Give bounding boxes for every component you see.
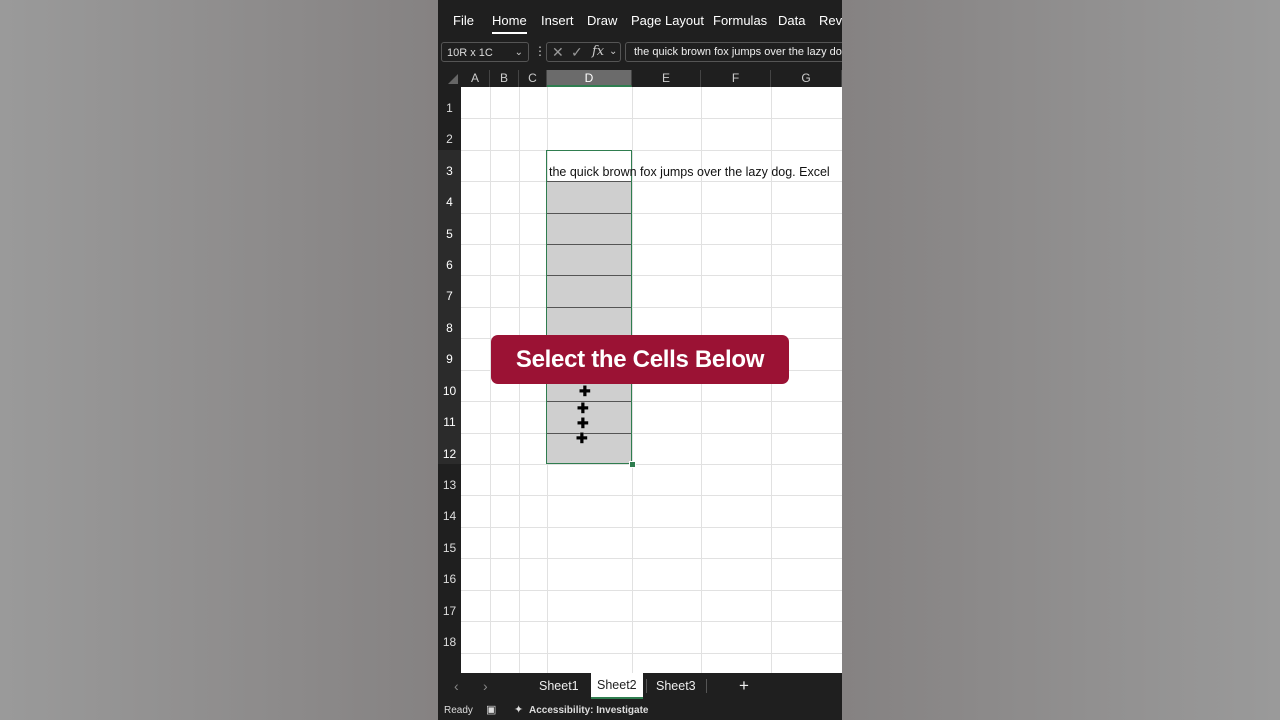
formula-bar: 10R x 1C ⌄ ⋮ ✕ ✓ fx ⌄ the quick brown fo…: [438, 40, 842, 70]
formula-input[interactable]: the quick brown fox jumps over the lazy …: [625, 42, 842, 62]
name-box-value: 10R x 1C: [447, 47, 493, 59]
column-header-e[interactable]: E: [632, 70, 701, 87]
add-sheet-button[interactable]: +: [739, 676, 749, 696]
chevron-right-icon[interactable]: ›: [483, 678, 488, 694]
tutorial-caption: Select the Cells Below: [491, 335, 789, 384]
cell-d3[interactable]: the quick brown fox jumps over the lazy …: [549, 165, 830, 179]
sheet-tab-sheet2[interactable]: Sheet2: [591, 673, 643, 699]
select-all-corner[interactable]: [438, 70, 461, 87]
row-header-15[interactable]: 15: [438, 527, 461, 558]
tab-insert[interactable]: Insert: [541, 13, 574, 28]
column-header-b[interactable]: B: [490, 70, 519, 87]
cell-cursor-icon: ✚: [576, 430, 588, 446]
grid-line: [461, 275, 842, 276]
fill-handle[interactable]: [629, 461, 636, 468]
row-header-partial: [438, 653, 461, 673]
row-header-18[interactable]: 18: [438, 621, 461, 653]
row-header-3[interactable]: 3: [438, 150, 461, 181]
macro-record-icon[interactable]: ▣: [486, 701, 496, 720]
grid-line: [461, 590, 842, 591]
formula-actions: ✕ ✓ fx ⌄: [546, 42, 621, 62]
tab-data[interactable]: Data: [778, 13, 805, 28]
grid-line: [461, 464, 842, 465]
grid-line: [461, 213, 842, 214]
row-header-2[interactable]: 2: [438, 118, 461, 150]
row-header-9[interactable]: 9: [438, 338, 461, 370]
grid-line: [461, 150, 842, 151]
tab-separator: [646, 679, 647, 693]
column-header-c[interactable]: C: [519, 70, 547, 87]
background-left: [0, 0, 438, 720]
accessibility-icon[interactable]: ✦: [514, 701, 523, 720]
chevron-down-icon[interactable]: ⌄: [609, 46, 617, 57]
sheet-tab-bar: ‹ › Sheet1 Sheet2 Sheet3 +: [438, 673, 842, 701]
row-header-17[interactable]: 17: [438, 590, 461, 621]
accessibility-status[interactable]: Accessibility: Investigate: [529, 701, 649, 720]
grid-line: [461, 401, 842, 402]
row-header-4[interactable]: 4: [438, 181, 461, 213]
confirm-icon[interactable]: ✓: [571, 44, 583, 61]
tab-formulas[interactable]: Formulas: [713, 13, 767, 28]
function-icon[interactable]: fx: [592, 44, 604, 59]
row-header-7[interactable]: 7: [438, 275, 461, 307]
grid-line: [461, 118, 842, 119]
ribbon-tabs: File Home Insert Draw Page Layout Formul…: [438, 0, 842, 40]
row-header-14[interactable]: 14: [438, 495, 461, 527]
name-box[interactable]: 10R x 1C ⌄: [441, 42, 529, 62]
grid-line: [461, 558, 842, 559]
grid-line: [461, 307, 842, 308]
grid-line: [461, 621, 842, 622]
tab-page-layout[interactable]: Page Layout: [631, 13, 704, 28]
sheet-tab-sheet1[interactable]: Sheet1: [539, 679, 579, 693]
status-ready: Ready: [444, 705, 473, 716]
column-header-g[interactable]: G: [771, 70, 842, 87]
row-header-12[interactable]: 12: [438, 433, 461, 464]
row-header-16[interactable]: 16: [438, 558, 461, 590]
cancel-icon[interactable]: ✕: [552, 44, 564, 61]
grid-line: [461, 181, 842, 182]
selection-border[interactable]: [546, 150, 632, 464]
grid-line: [461, 495, 842, 496]
row-header-5[interactable]: 5: [438, 213, 461, 244]
row-header-13[interactable]: 13: [438, 464, 461, 495]
cell-cursor-icon: ✚: [579, 383, 591, 399]
grid-line: [461, 527, 842, 528]
more-options-icon[interactable]: ⋮: [534, 44, 546, 58]
row-header-1[interactable]: 1: [438, 87, 461, 118]
tab-review[interactable]: Revi: [819, 13, 842, 28]
row-header-8[interactable]: 8: [438, 307, 461, 338]
chevron-down-icon[interactable]: ⌄: [515, 43, 523, 63]
grid-line: [461, 653, 842, 654]
sheet-tab-sheet3[interactable]: Sheet3: [656, 679, 696, 693]
column-header-a[interactable]: A: [461, 70, 490, 87]
tab-separator: [706, 679, 707, 693]
column-header-f[interactable]: F: [701, 70, 771, 87]
grid-line: [461, 433, 842, 434]
status-bar: Ready ▣ ✦ Accessibility: Investigate: [438, 701, 842, 720]
row-header-10[interactable]: 10: [438, 370, 461, 401]
background-right: [842, 0, 1280, 720]
chevron-left-icon[interactable]: ‹: [454, 678, 459, 694]
tab-home[interactable]: Home: [492, 13, 527, 34]
tab-file[interactable]: File: [453, 13, 474, 28]
column-header-d[interactable]: D: [547, 70, 632, 87]
grid-line: [461, 244, 842, 245]
row-header-6[interactable]: 6: [438, 244, 461, 275]
tab-draw[interactable]: Draw: [587, 13, 617, 28]
row-header-11[interactable]: 11: [438, 401, 461, 433]
